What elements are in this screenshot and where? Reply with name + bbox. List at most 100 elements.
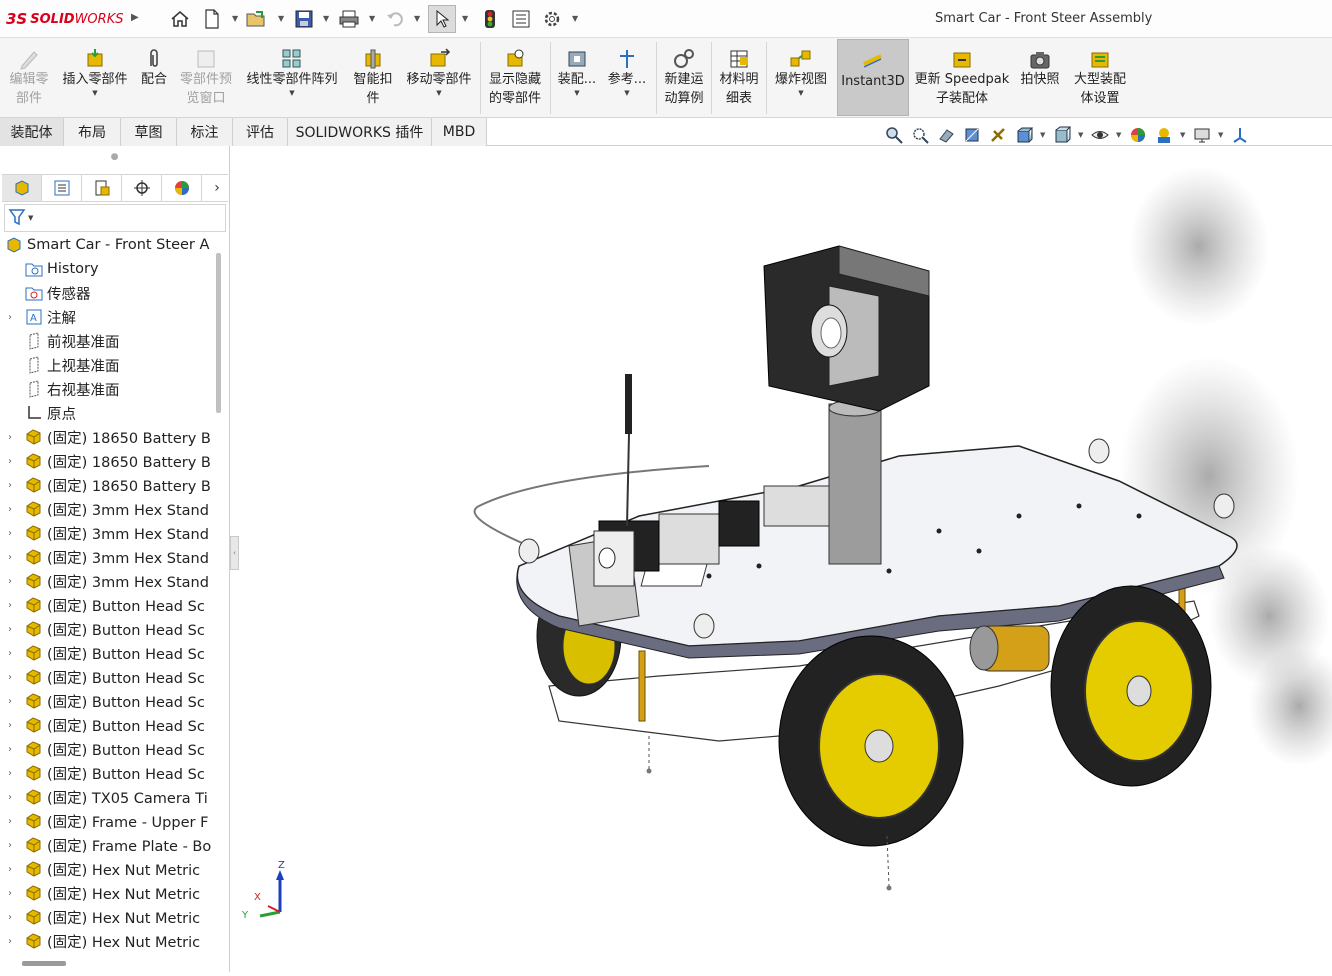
expand-arrow-icon[interactable]: ›: [8, 456, 12, 467]
open-folder-icon[interactable]: [246, 8, 268, 30]
expand-arrow-icon[interactable]: ›: [8, 840, 12, 851]
display-manager-tab-icon[interactable]: [162, 175, 202, 201]
filter-dropdown-icon[interactable]: ▼: [28, 214, 33, 222]
expand-arrow-icon[interactable]: ›: [8, 816, 12, 827]
edit-appearance-icon[interactable]: [1128, 126, 1148, 144]
expand-arrow-icon[interactable]: ›: [8, 552, 12, 563]
rebuild-traffic-light-icon[interactable]: [479, 8, 501, 30]
expand-arrow-icon[interactable]: ›: [8, 576, 12, 587]
expand-arrow-icon[interactable]: ›: [8, 912, 12, 923]
expand-arrow-icon[interactable]: ›: [8, 432, 12, 443]
dynamic-annotation-icon[interactable]: [988, 126, 1008, 144]
display-style-dropdown-icon[interactable]: ▼: [1078, 131, 1084, 139]
undo-icon[interactable]: [384, 8, 406, 30]
print-icon[interactable]: [338, 8, 360, 30]
expand-arrow-icon[interactable]: ›: [8, 504, 12, 515]
hide-show-items-icon[interactable]: [1090, 126, 1110, 144]
select-arrow-icon[interactable]: [428, 5, 456, 33]
smart-fasteners-button[interactable]: 智能扣 件: [348, 38, 398, 118]
expand-arrow-icon[interactable]: ›: [8, 936, 12, 947]
update-speedpak-button[interactable]: 更新 Speedpak 子装配体: [912, 38, 1012, 118]
new-document-icon[interactable]: [201, 8, 223, 30]
tab-evaluate[interactable]: 评估: [233, 118, 288, 146]
hide-show-dropdown-icon[interactable]: ▼: [1116, 131, 1122, 139]
tree-root-assembly[interactable]: Smart Car - Front Steer A: [0, 233, 216, 257]
tree-item[interactable]: › (固定) Button Head Sc: [0, 737, 216, 761]
tree-item[interactable]: 右视基准面: [0, 377, 216, 401]
filter-funnel-icon[interactable]: [8, 208, 28, 229]
triad-view-icon[interactable]: [1230, 126, 1250, 144]
display-style-icon[interactable]: [1052, 126, 1072, 144]
save-icon[interactable]: [293, 8, 315, 30]
tree-item[interactable]: › (固定) TX05 Camera Ti: [0, 785, 216, 809]
tree-item[interactable]: › (固定) 18650 Battery B: [0, 473, 216, 497]
file-properties-icon[interactable]: [510, 8, 532, 30]
component-preview-button[interactable]: 零部件预 览窗口: [176, 38, 236, 118]
tree-item[interactable]: › (固定) Hex Nut Metric: [0, 929, 216, 953]
expand-arrow-icon[interactable]: ›: [8, 648, 12, 659]
tree-item[interactable]: › (固定) Button Head Sc: [0, 665, 216, 689]
tree-item[interactable]: › (固定) 18650 Battery B: [0, 425, 216, 449]
tree-item[interactable]: › (固定) Hex Nut Metric: [0, 857, 216, 881]
expand-arrow-icon[interactable]: ›: [8, 768, 12, 779]
new-motion-study-button[interactable]: 新建运 动算例: [660, 38, 708, 118]
tree-item[interactable]: › (固定) Frame Plate - Bo: [0, 833, 216, 857]
bill-of-materials-button[interactable]: 材料明 细表: [714, 38, 764, 118]
zoom-to-area-icon[interactable]: [910, 126, 930, 144]
solidworks-logo[interactable]: 3S SOLIDWORKS: [6, 9, 123, 29]
panel-tabs-more-icon[interactable]: ›: [206, 175, 228, 201]
options-gear-icon[interactable]: [541, 8, 563, 30]
section-view-icon[interactable]: [962, 126, 982, 144]
expand-arrow-icon[interactable]: ›: [8, 864, 12, 875]
tree-item[interactable]: 前视基准面: [0, 329, 216, 353]
options-dropdown-icon[interactable]: ▼: [572, 14, 578, 23]
show-hidden-components-button[interactable]: 显示隐藏 的零部件: [484, 38, 546, 118]
tree-filter[interactable]: ▼: [4, 204, 226, 232]
view-settings-dropdown-icon[interactable]: ▼: [1218, 131, 1224, 139]
take-snapshot-button[interactable]: 拍快照: [1016, 38, 1064, 118]
view-settings-monitor-icon[interactable]: [1192, 126, 1212, 144]
tree-item[interactable]: › (固定) Button Head Sc: [0, 617, 216, 641]
insert-component-button[interactable]: 插入零部件 ▼: [58, 38, 132, 118]
tree-item[interactable]: › (固定) Button Head Sc: [0, 713, 216, 737]
tree-item[interactable]: 上视基准面: [0, 353, 216, 377]
tree-item[interactable]: › (固定) Hex Nut Metric: [0, 905, 216, 929]
configuration-manager-tab-icon[interactable]: [82, 175, 122, 201]
apply-scene-icon[interactable]: [1154, 126, 1174, 144]
panel-collapse-handle[interactable]: ‹: [230, 536, 239, 570]
expand-arrow-icon[interactable]: ›: [8, 792, 12, 803]
select-dropdown-icon[interactable]: ▼: [462, 14, 468, 23]
tree-item[interactable]: › (固定) Button Head Sc: [0, 641, 216, 665]
tab-markup[interactable]: 标注: [177, 118, 233, 146]
expand-arrow-icon[interactable]: ›: [8, 744, 12, 755]
apply-scene-dropdown-icon[interactable]: ▼: [1180, 131, 1186, 139]
exploded-view-button[interactable]: 爆炸视图 ▼: [770, 38, 832, 118]
expand-arrow-icon[interactable]: ›: [8, 312, 12, 323]
view-orientation-dropdown-icon[interactable]: ▼: [1040, 131, 1046, 139]
zoom-to-fit-icon[interactable]: [884, 126, 904, 144]
expand-arrow-icon[interactable]: ›: [8, 480, 12, 491]
home-icon[interactable]: [169, 8, 191, 30]
tab-assembly[interactable]: 装配体: [0, 118, 64, 146]
linear-pattern-button[interactable]: 线性零部件阵列 ▼: [240, 38, 344, 118]
tree-item[interactable]: › A 注解: [0, 305, 216, 329]
tab-layout[interactable]: 布局: [64, 118, 121, 146]
tree-vertical-scrollbar[interactable]: [216, 253, 221, 413]
reference-geometry-button[interactable]: 参考... ▼: [604, 38, 650, 118]
tree-item[interactable]: › (固定) Frame - Upper F: [0, 809, 216, 833]
tree-item[interactable]: › (固定) Hex Nut Metric: [0, 881, 216, 905]
open-dropdown-icon[interactable]: ▼: [278, 14, 284, 23]
tree-item[interactable]: 原点: [0, 401, 216, 425]
panel-grip[interactable]: ●: [0, 146, 229, 172]
menu-expand-icon[interactable]: ▶: [131, 12, 139, 23]
car-model-3d[interactable]: [239, 146, 1332, 972]
move-component-button[interactable]: 移动零部件 ▼: [402, 38, 476, 118]
tree-item[interactable]: › (固定) 3mm Hex Stand: [0, 569, 216, 593]
tab-mbd[interactable]: MBD: [432, 118, 487, 146]
featuremanager-tree-tab-icon[interactable]: [2, 175, 42, 201]
large-assembly-settings-button[interactable]: 大型装配 体设置: [1068, 38, 1132, 118]
expand-arrow-icon[interactable]: ›: [8, 696, 12, 707]
tab-solidworks-addins[interactable]: SOLIDWORKS 插件: [288, 118, 432, 146]
property-manager-tab-icon[interactable]: [42, 175, 82, 201]
tree-item[interactable]: 传感器: [0, 281, 216, 305]
